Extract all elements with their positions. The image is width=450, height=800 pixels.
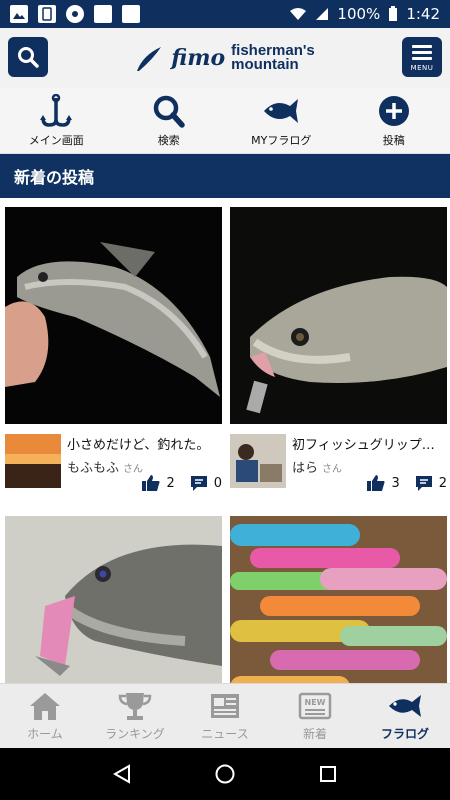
like-button[interactable]: 3 xyxy=(366,474,400,492)
like-button[interactable]: 2 xyxy=(141,474,175,492)
subnav-label: メイン画面 xyxy=(28,133,84,147)
hamburger-icon xyxy=(412,42,432,63)
tab-label: ニュース xyxy=(201,727,249,741)
author-suffix: さん xyxy=(123,464,144,475)
fish-icon xyxy=(264,98,299,123)
trophy-icon xyxy=(118,693,152,720)
post-card[interactable] xyxy=(5,516,222,683)
like-count: 2 xyxy=(166,475,175,491)
menu-button[interactable]: MENU xyxy=(402,37,442,77)
post-card[interactable]: 初フィッシュグリップ… はら さん 3 2 xyxy=(230,207,447,492)
tab-new[interactable]: NEW 新着 xyxy=(270,684,360,748)
new-badge-text: NEW xyxy=(305,698,326,707)
sub-navigation: メイン画面 検索 MYフラログ 投稿 xyxy=(0,88,450,154)
home-circle-icon[interactable] xyxy=(214,763,236,785)
tab-home[interactable]: ホーム xyxy=(0,684,90,748)
post-photo[interactable] xyxy=(5,207,222,424)
home-icon xyxy=(30,693,60,720)
logo-mark: fimo xyxy=(171,45,226,71)
user-avatar[interactable] xyxy=(230,434,286,488)
comment-icon xyxy=(190,476,207,491)
clock: 1:42 xyxy=(406,5,440,23)
tab-label: ホーム xyxy=(27,727,63,741)
app-logo: fimo fisherman's mountain xyxy=(135,43,315,73)
tab-label: 新着 xyxy=(302,727,327,741)
back-icon[interactable] xyxy=(111,763,133,785)
post-title[interactable]: 初フィッシュグリップ… xyxy=(292,434,447,453)
phone-notification-icon xyxy=(38,5,56,23)
post-photo[interactable] xyxy=(230,516,447,683)
tab-fishing-log[interactable]: フラログ xyxy=(360,684,450,748)
subnav-label: 投稿 xyxy=(382,133,405,147)
comment-button[interactable]: 0 xyxy=(189,474,222,492)
post-photo[interactable] xyxy=(230,207,447,424)
tab-label: フラログ xyxy=(380,727,429,741)
blank-notification-icon xyxy=(94,5,112,23)
search-button[interactable] xyxy=(8,37,48,77)
post-grid[interactable]: 小さめだけど、釣れた。 もふもふ さん 2 0 初フィッシュグリップ… はら さ… xyxy=(0,198,450,683)
subnav-main-screen[interactable]: メイン画面 xyxy=(0,88,113,153)
thumbs-up-icon xyxy=(367,475,385,491)
post-title[interactable]: 小さめだけど、釣れた。 xyxy=(67,434,222,453)
thumbs-up-icon xyxy=(142,475,160,491)
cast-notification-icon xyxy=(66,5,84,23)
wifi-icon xyxy=(290,8,307,20)
new-badge-icon: NEW xyxy=(298,692,332,720)
subnav-post[interactable]: 投稿 xyxy=(338,88,450,153)
image-notification-icon xyxy=(10,5,28,23)
search-icon xyxy=(18,47,39,68)
comment-count: 2 xyxy=(438,475,447,491)
tab-label: ランキング xyxy=(105,727,165,741)
tab-news[interactable]: ニュース xyxy=(180,684,270,748)
battery-icon xyxy=(389,6,398,21)
search-icon xyxy=(153,95,185,128)
anchor-hook-icon xyxy=(40,93,73,127)
status-bar: 100% 1:42 xyxy=(0,0,450,28)
signal-icon xyxy=(316,8,329,20)
subnav-search[interactable]: 検索 xyxy=(113,88,226,153)
battery-percent: 100% xyxy=(337,5,381,23)
newspaper-icon xyxy=(211,694,239,718)
like-count: 3 xyxy=(391,475,400,491)
section-title: 新着の投稿 xyxy=(0,154,450,198)
user-avatar[interactable] xyxy=(5,434,61,488)
blank-notification-icon-2 xyxy=(122,5,140,23)
menu-label: MENU xyxy=(410,64,434,72)
recent-apps-icon[interactable] xyxy=(317,763,339,785)
plus-circle-icon xyxy=(378,95,409,126)
tab-ranking[interactable]: ランキング xyxy=(90,684,180,748)
fish-logo-icon xyxy=(137,47,162,71)
logo-line-2: mountain xyxy=(231,56,299,73)
post-card[interactable]: 小さめだけど、釣れた。 もふもふ さん 2 0 xyxy=(5,207,222,492)
comment-icon xyxy=(415,476,432,491)
app-header: fimo fisherman's mountain MENU xyxy=(0,28,450,88)
comment-button[interactable]: 2 xyxy=(414,474,447,492)
author-suffix: さん xyxy=(322,464,343,475)
bottom-tab-bar: ホーム ランキング ニュース NEW 新着 フラログ xyxy=(0,683,450,748)
author-name: はら xyxy=(292,461,319,476)
subnav-label: 検索 xyxy=(157,133,180,147)
subnav-label: MYフラログ xyxy=(251,133,312,147)
system-navigation-bar xyxy=(0,748,450,800)
post-photo[interactable] xyxy=(5,516,222,683)
author-name: もふもふ xyxy=(67,461,120,476)
comment-count: 0 xyxy=(213,475,222,491)
fish-icon xyxy=(389,695,421,717)
subnav-my-fishing-log[interactable]: MYフラログ xyxy=(225,88,338,153)
post-card[interactable] xyxy=(230,516,447,683)
